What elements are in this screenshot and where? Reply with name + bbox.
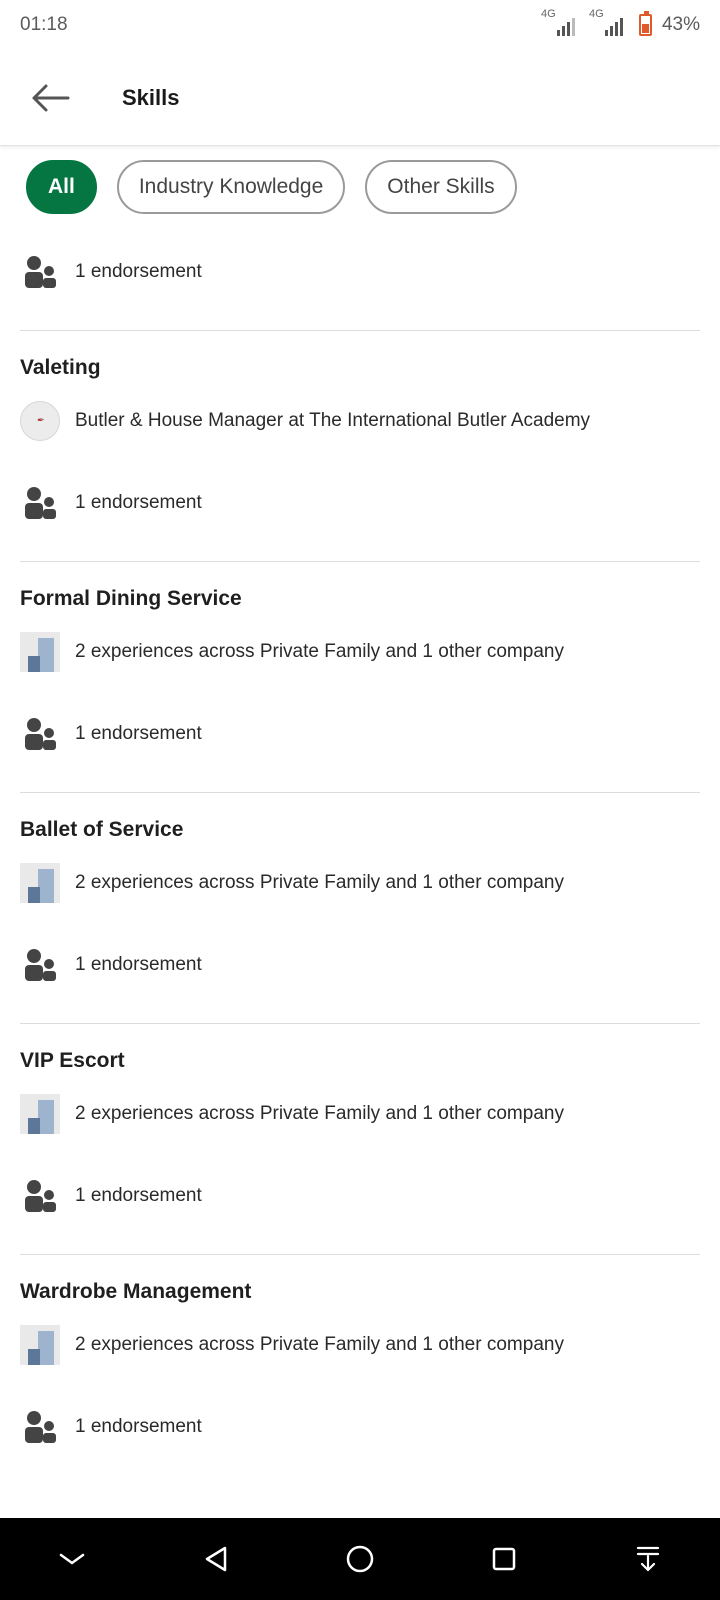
experience-row[interactable]: ✒ Butler & House Manager at The Internat… bbox=[20, 393, 700, 449]
people-icon bbox=[20, 1176, 60, 1216]
skill-item: VIP Escort 2 experiences across Private … bbox=[20, 1023, 700, 1254]
filter-chips: All Industry Knowledge Other Skills bbox=[26, 160, 517, 214]
status-time: 01:18 bbox=[20, 14, 68, 35]
experience-text: 2 experiences across Private Family and … bbox=[75, 1334, 564, 1355]
back-button[interactable] bbox=[0, 50, 100, 146]
endorsement-count: 1 endorsement bbox=[75, 261, 202, 282]
skill-item: Formal Dining Service 2 experiences acro… bbox=[20, 561, 700, 792]
filter-chip-other-skills[interactable]: Other Skills bbox=[365, 160, 517, 214]
people-icon bbox=[20, 252, 60, 292]
hide-nav-button[interactable] bbox=[42, 1529, 102, 1589]
experience-text: 2 experiences across Private Family and … bbox=[75, 872, 564, 893]
notification-pull-icon bbox=[636, 1546, 660, 1572]
endorsement-row[interactable]: 1 endorsement bbox=[20, 475, 700, 531]
experience-row[interactable]: 2 experiences across Private Family and … bbox=[20, 1317, 700, 1373]
signal-icon: 4G bbox=[541, 8, 575, 36]
app-header: Skills bbox=[0, 50, 720, 146]
endorsement-row[interactable]: 1 endorsement bbox=[20, 1399, 700, 1455]
network-type-label: 4G bbox=[540, 8, 556, 20]
nav-home-button[interactable] bbox=[330, 1529, 390, 1589]
experience-text: Butler & House Manager at The Internatio… bbox=[75, 410, 591, 431]
people-icon bbox=[20, 945, 60, 985]
status-bar: 01:18 4G 4G 43% bbox=[0, 0, 720, 50]
people-icon bbox=[20, 714, 60, 754]
skill-title[interactable]: VIP Escort bbox=[20, 1042, 700, 1080]
skill-item: Ballet of Service 2 experiences across P… bbox=[20, 792, 700, 1023]
experience-row[interactable]: 2 experiences across Private Family and … bbox=[20, 855, 700, 911]
endorsement-row[interactable]: 1 endorsement bbox=[20, 706, 700, 762]
skills-list: 1 endorsement Valeting ✒ Butler & House … bbox=[20, 244, 700, 1485]
people-icon bbox=[20, 483, 60, 523]
endorsement-row[interactable]: 1 endorsement bbox=[20, 1168, 700, 1224]
endorsement-count: 1 endorsement bbox=[75, 954, 202, 975]
back-triangle-icon bbox=[205, 1546, 227, 1572]
skill-item: Valeting ✒ Butler & House Manager at The… bbox=[20, 330, 700, 561]
filter-chip-all[interactable]: All bbox=[26, 160, 97, 214]
notification-pull-button[interactable] bbox=[618, 1529, 678, 1589]
system-nav-bar bbox=[0, 1518, 720, 1600]
endorsement-count: 1 endorsement bbox=[75, 1185, 202, 1206]
chevron-down-icon bbox=[59, 1553, 85, 1565]
company-logo bbox=[20, 1325, 60, 1365]
endorsement-count: 1 endorsement bbox=[75, 1416, 202, 1437]
people-icon bbox=[20, 1407, 60, 1447]
skill-title[interactable]: Ballet of Service bbox=[20, 811, 700, 849]
battery-icon bbox=[638, 11, 652, 36]
company-logo: ✒ bbox=[20, 401, 60, 441]
network-type-label: 4G bbox=[588, 8, 604, 20]
skill-title[interactable]: Formal Dining Service bbox=[20, 580, 700, 618]
company-logo bbox=[20, 1094, 60, 1134]
page-title: Skills bbox=[122, 84, 180, 110]
experience-row[interactable]: 2 experiences across Private Family and … bbox=[20, 1086, 700, 1142]
skill-item: 1 endorsement bbox=[20, 244, 700, 330]
battery-percent: 43% bbox=[661, 14, 700, 35]
skill-title[interactable]: Valeting bbox=[20, 349, 700, 387]
company-logo bbox=[20, 863, 60, 903]
nav-recents-button[interactable] bbox=[474, 1529, 534, 1589]
company-logo bbox=[20, 632, 60, 672]
recents-square-icon bbox=[492, 1547, 516, 1571]
endorsement-count: 1 endorsement bbox=[75, 492, 202, 513]
status-icons: 4G 4G 43% bbox=[541, 8, 700, 36]
endorsement-count: 1 endorsement bbox=[75, 723, 202, 744]
endorsement-row[interactable]: 1 endorsement bbox=[20, 244, 700, 300]
signal-icon: 4G bbox=[589, 8, 623, 36]
nav-back-button[interactable] bbox=[186, 1529, 246, 1589]
filter-chip-industry-knowledge[interactable]: Industry Knowledge bbox=[116, 160, 346, 214]
experience-text: 2 experiences across Private Family and … bbox=[75, 641, 564, 662]
skill-item: Wardrobe Management 2 experiences across… bbox=[20, 1254, 700, 1485]
experience-row[interactable]: 2 experiences across Private Family and … bbox=[20, 624, 700, 680]
arrow-left-icon bbox=[32, 84, 70, 111]
experience-text: 2 experiences across Private Family and … bbox=[75, 1103, 564, 1124]
skill-title[interactable]: Wardrobe Management bbox=[20, 1273, 700, 1311]
endorsement-row[interactable]: 1 endorsement bbox=[20, 937, 700, 993]
home-circle-icon bbox=[346, 1545, 374, 1573]
